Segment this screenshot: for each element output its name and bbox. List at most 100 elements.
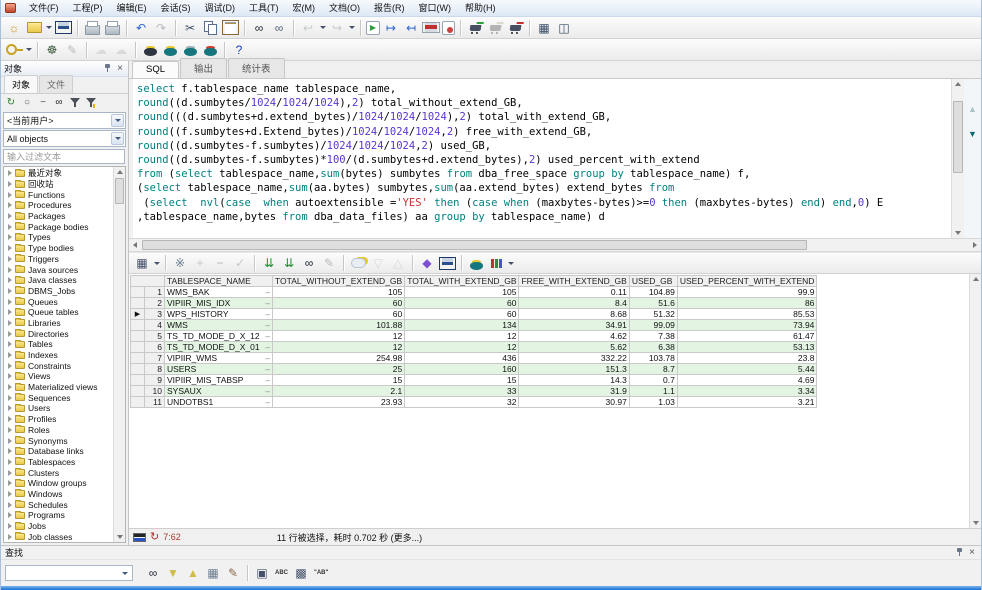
close-icon[interactable]: × [115, 64, 125, 74]
scroll-up-arrow[interactable] [114, 167, 125, 177]
table-row[interactable]: 7VIPIIR_WMS254.98436332.22103.7823.8 [131, 353, 817, 364]
open-icon[interactable] [25, 19, 43, 36]
expander-icon[interactable] [8, 331, 12, 337]
tile-windows-icon[interactable]: ◫ [555, 19, 573, 36]
collapse-all-icon[interactable]: − [35, 96, 51, 110]
tab-输出[interactable]: 输出 [180, 58, 227, 78]
tree-item[interactable]: Java sources [4, 264, 113, 275]
browser-tab-文件[interactable]: 文件 [39, 75, 73, 93]
row-number[interactable]: 8 [145, 364, 165, 375]
cut-icon[interactable]: ✂ [181, 19, 199, 36]
expander-icon[interactable] [8, 459, 12, 465]
find-object-icon[interactable]: ∞ [51, 96, 67, 110]
value-cell[interactable]: 12 [273, 331, 405, 342]
chart-icon[interactable] [487, 255, 505, 272]
expander-icon[interactable] [8, 277, 12, 283]
new-window-icon[interactable]: ☼ [5, 19, 23, 36]
row-number[interactable]: 1 [145, 287, 165, 298]
save-icon[interactable] [54, 19, 72, 36]
tablespace-name-cell[interactable]: WMS [165, 320, 273, 331]
value-cell[interactable]: 60 [405, 298, 519, 309]
expander-icon[interactable] [8, 534, 12, 540]
tablespace-name-cell[interactable]: VIPIIR_MIS_IDX [165, 298, 273, 309]
step-into-icon[interactable]: ↦ [382, 19, 400, 36]
tree-item[interactable]: DBMS_Jobs [4, 286, 113, 297]
refresh-icon[interactable]: ↻ [3, 96, 19, 110]
tree-item[interactable]: Materialized views [4, 382, 113, 393]
value-cell[interactable]: 99.9 [677, 287, 817, 298]
value-cell[interactable]: 332.22 [519, 353, 629, 364]
whole-word-icon[interactable]: ▩ [292, 565, 310, 582]
filter-icon[interactable] [67, 96, 83, 110]
copy-icon[interactable] [201, 19, 219, 36]
value-cell[interactable]: 0.7 [629, 375, 677, 386]
tablespace-name-cell[interactable]: VIPIIR_MIS_TABSP [165, 375, 273, 386]
table-row[interactable]: 2VIPIIR_MIS_IDX60608.451.686 [131, 298, 817, 309]
find-prev-icon[interactable]: ▲ [184, 565, 202, 582]
row-number[interactable]: 10 [145, 386, 165, 397]
value-cell[interactable]: 53.13 [677, 342, 817, 353]
expander-icon[interactable] [8, 202, 12, 208]
expander-icon[interactable] [8, 224, 12, 230]
expander-icon[interactable] [8, 170, 12, 176]
print-preview-icon[interactable] [103, 19, 121, 36]
tree-item[interactable]: 回收站 [4, 179, 113, 190]
menubar-item-8[interactable]: 报告(R) [367, 0, 412, 17]
column-header[interactable]: USED_PERCENT_WITH_EXTEND [677, 276, 817, 287]
pin-icon[interactable] [956, 548, 963, 557]
tree-item[interactable]: Windows [4, 489, 113, 500]
tree-item[interactable]: Directories [4, 328, 113, 339]
tablespace-name-cell[interactable]: VIPIIR_WMS [165, 353, 273, 364]
expander-icon[interactable] [8, 267, 12, 273]
tree-item[interactable]: Job classes [4, 531, 113, 542]
tree-item[interactable]: Programs [4, 510, 113, 521]
value-cell[interactable]: 134 [405, 320, 519, 331]
scroll-up-arrow[interactable] [952, 79, 964, 89]
next-statement-icon[interactable]: ▼ [968, 130, 977, 139]
step-over-icon[interactable]: ↤ [402, 19, 420, 36]
menubar-item-3[interactable]: 会话(S) [154, 0, 198, 17]
tree-item[interactable]: 最近对象 [4, 168, 113, 179]
value-cell[interactable]: 34.91 [519, 320, 629, 331]
auto-refresh-icon[interactable]: ↻ [150, 532, 159, 543]
expander-icon[interactable] [8, 181, 12, 187]
row-number[interactable]: 11 [145, 397, 165, 408]
highlight-all-icon[interactable]: ▦ [204, 565, 222, 582]
value-cell[interactable]: 1.1 [629, 386, 677, 397]
column-header[interactable]: USED_GB [629, 276, 677, 287]
menubar-item-2[interactable]: 编辑(E) [110, 0, 154, 17]
refresh-record-icon[interactable]: ※ [171, 255, 189, 272]
value-cell[interactable]: 31.9 [519, 386, 629, 397]
tree-item[interactable]: Window groups [4, 478, 113, 489]
column-header[interactable]: FREE_WITH_EXTEND_GB [519, 276, 629, 287]
expander-icon[interactable] [8, 363, 12, 369]
value-cell[interactable]: 436 [405, 353, 519, 364]
tree-item[interactable]: Profiles [4, 414, 113, 425]
expander-icon[interactable] [8, 256, 12, 262]
rollback-icon[interactable] [506, 19, 524, 36]
tree-item[interactable]: Package bodies [4, 221, 113, 232]
value-cell[interactable]: 12 [405, 331, 519, 342]
value-cell[interactable]: 1.03 [629, 397, 677, 408]
break-icon[interactable] [422, 19, 440, 36]
edit-find-icon[interactable]: ✎ [224, 565, 242, 582]
table-row[interactable]: 11UNDOTBS123.933230.971.033.21 [131, 397, 817, 408]
table-row[interactable]: 5TS_TD_MODE_D_X_1212124.627.3861.47 [131, 331, 817, 342]
results-scrollbar[interactable] [969, 274, 981, 528]
tablespace-name-cell[interactable]: TS_TD_MODE_D_X_12 [165, 331, 273, 342]
expander-icon[interactable] [8, 470, 12, 476]
tree-item[interactable]: Functions [4, 189, 113, 200]
tree-item[interactable]: Procedures [4, 200, 113, 211]
value-cell[interactable]: 32 [405, 397, 519, 408]
value-cell[interactable]: 5.44 [677, 364, 817, 375]
value-cell[interactable]: 12 [273, 342, 405, 353]
expander-icon[interactable] [8, 512, 12, 518]
forward-icon-dropdown[interactable] [347, 19, 356, 36]
value-cell[interactable]: 105 [273, 287, 405, 298]
row-number[interactable]: 4 [145, 320, 165, 331]
tree-item[interactable]: Jobs [4, 521, 113, 532]
value-cell[interactable]: 6.38 [629, 342, 677, 353]
value-cell[interactable]: 51.6 [629, 298, 677, 309]
logon-icon-dropdown[interactable] [24, 41, 33, 58]
scroll-up-arrow[interactable] [970, 274, 981, 284]
